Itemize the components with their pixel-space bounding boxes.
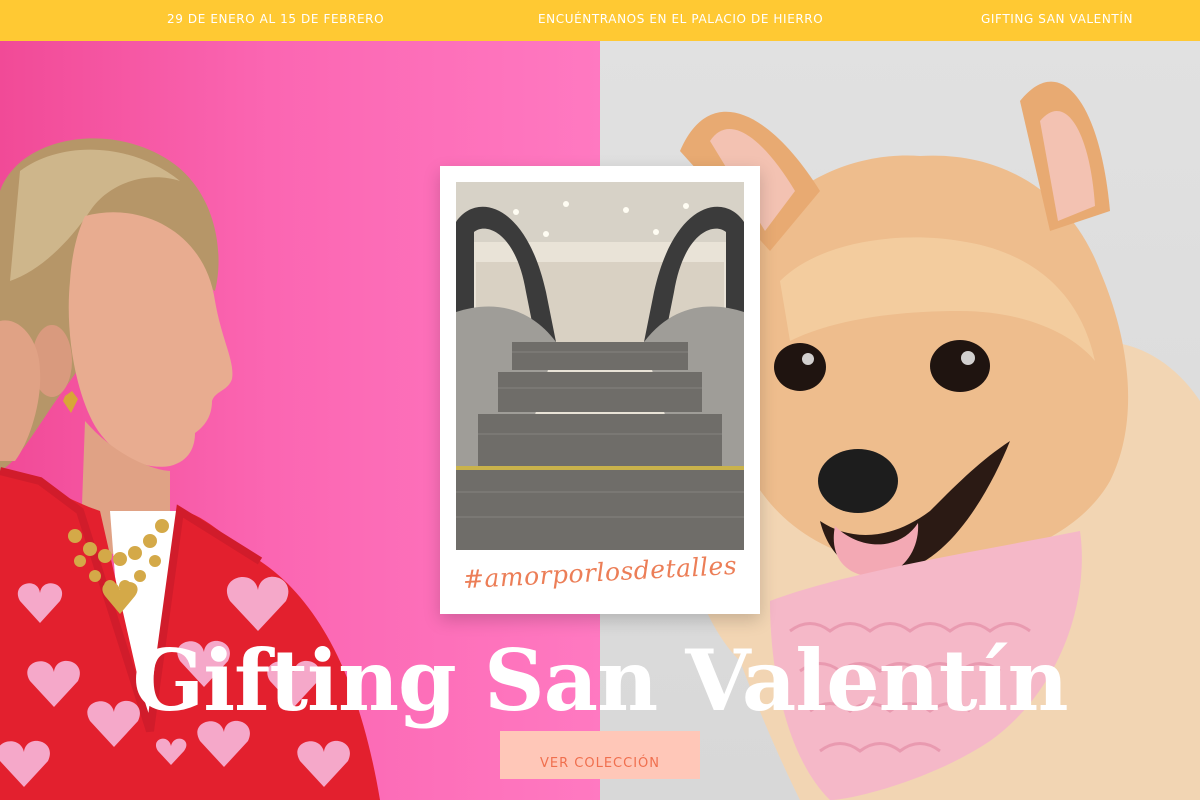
view-collection-button[interactable]: VER COLECCIÓN xyxy=(500,731,700,779)
escalator-image xyxy=(456,182,744,550)
announcement-location[interactable]: ENCUÉNTRANOS EN EL PALACIO DE HIERRO xyxy=(538,12,823,26)
hero-title: Gifting San Valentín xyxy=(132,631,1068,730)
polaroid-card: #amorporlosdetalles xyxy=(440,166,760,614)
announcement-bar: 29 DE ENERO AL 15 DE FEBRERO ENCUÉNTRANO… xyxy=(0,0,1200,41)
polaroid-hashtag: #amorporlosdetalles xyxy=(462,550,738,595)
announcement-dates[interactable]: 29 DE ENERO AL 15 DE FEBRERO xyxy=(167,12,384,26)
hero-banner: #amorporlosdetalles Gifting San Valentín xyxy=(0,41,1200,800)
escalator-photo xyxy=(456,182,744,550)
announcement-gifting[interactable]: GIFTING SAN VALENTÍN xyxy=(981,12,1133,26)
